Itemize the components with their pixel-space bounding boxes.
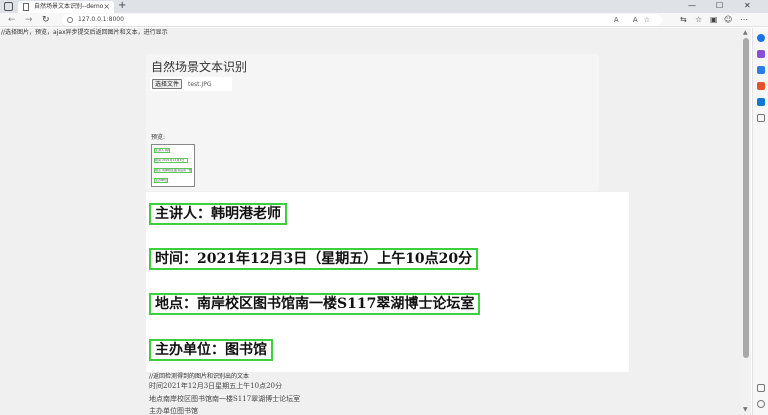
tab-actions-icon[interactable] (4, 2, 13, 11)
close-window-button[interactable]: ✕ (744, 0, 751, 12)
settings-icon[interactable] (757, 400, 765, 408)
favorites-icon[interactable]: ☆ (695, 14, 702, 26)
preview-image: 主讲人:韩明港 时间:2021年12月3日 地点:南岸校区图书馆南一楼 主办单位 (151, 144, 195, 187)
profile-icon[interactable]: ☺ (724, 14, 732, 26)
result-text-line: 地点南岸校区图书馆南一楼S117翠湖博士论坛室 (149, 395, 301, 403)
tab-title: 自然场景文本识别--demo (34, 3, 104, 10)
page-comment: //选择图片，预览，ajax异步提交后返回图片和文本，进行显示 (1, 29, 168, 36)
split-screen-icon[interactable]: ⇆ (680, 14, 687, 26)
tab-strip: 自然场景文本识别--demo × + — ☐ ✕ (0, 0, 768, 13)
thumb-text-box: 时间:2021年12月3日 (154, 158, 188, 163)
upload-card: 自然场景文本识别 选择文件 test.JPG 预览: 主讲人:韩明港 时间:20… (146, 54, 599, 210)
scroll-down-icon[interactable]: ▼ (743, 407, 748, 413)
back-button[interactable]: ← (8, 14, 16, 26)
tag-icon[interactable] (757, 66, 765, 74)
selected-file-name: test.JPG (188, 81, 212, 88)
address-actions[interactable]: A A☆ (614, 14, 656, 26)
thumb-text-box: 主讲人:韩明港 (154, 148, 170, 153)
preview-label: 预览: (151, 134, 166, 141)
browser-toolbar: ← → ↻ 127.0.0.1:8000 A A☆ ⇆ ☆ ▣ ☺ ⋯ (0, 13, 768, 27)
result-text-line: 主办单位图书馆 (149, 407, 198, 415)
more-menu-icon[interactable]: ⋯ (740, 14, 748, 26)
reload-button[interactable]: ↻ (42, 14, 50, 26)
detection-box: 主讲人：韩明港老师 (149, 203, 287, 225)
detection-box: 时间：2021年12月3日（星期五）上午10点20分 (149, 248, 479, 270)
address-bar[interactable]: 127.0.0.1:8000 A A☆ (62, 14, 662, 26)
scroll-up-icon[interactable]: ▲ (743, 30, 748, 36)
address-text[interactable]: 127.0.0.1:8000 (78, 14, 124, 26)
detection-result-image: 主讲人：韩明港老师 时间：2021年12月3日（星期五）上午10点20分 地点：… (146, 192, 629, 372)
edge-sidebar (752, 28, 768, 415)
minimize-button[interactable]: — (688, 0, 696, 12)
result-text-line: 时间2021年12月3日星期五上午10点20分 (149, 382, 282, 390)
outlook-icon[interactable] (757, 98, 765, 106)
layout-icon[interactable] (757, 384, 765, 392)
tab-close-icon[interactable]: × (103, 1, 110, 12)
scroll-thumb[interactable] (743, 38, 749, 358)
maximize-button[interactable]: ☐ (716, 0, 723, 12)
site-info-icon[interactable] (67, 17, 73, 23)
page-title: 自然场景文本识别 (151, 60, 248, 74)
page-scrollbar[interactable]: ▲ ▼ (741, 28, 751, 415)
thumb-text-box: 主办单位 (154, 178, 168, 183)
choose-file-button[interactable]: 选择文件 (152, 79, 183, 89)
thumb-text-box: 地点:南岸校区图书馆南一楼 (154, 168, 192, 173)
collections-icon[interactable]: ▣ (710, 14, 718, 26)
browser-tab[interactable]: 自然场景文本识别--demo × (18, 1, 114, 13)
detection-box: 地点：南岸校区图书馆南一楼S117翠湖博士论坛室 (149, 293, 481, 315)
page-icon (23, 3, 29, 11)
search-icon[interactable] (757, 34, 765, 42)
page-viewport: //选择图片，预览，ajax异步提交后返回图片和文本，进行显示 自然场景文本识别… (0, 28, 741, 415)
sparkle-icon[interactable] (757, 50, 765, 58)
office-icon[interactable] (757, 82, 765, 90)
add-icon[interactable] (757, 114, 765, 122)
new-tab-button[interactable]: + (118, 0, 126, 12)
detection-box: 主办单位：图书馆 (149, 339, 273, 361)
result-comment: //返回检测得到的图片和识别出的文本 (149, 373, 250, 380)
forward-button[interactable]: → (25, 14, 33, 26)
